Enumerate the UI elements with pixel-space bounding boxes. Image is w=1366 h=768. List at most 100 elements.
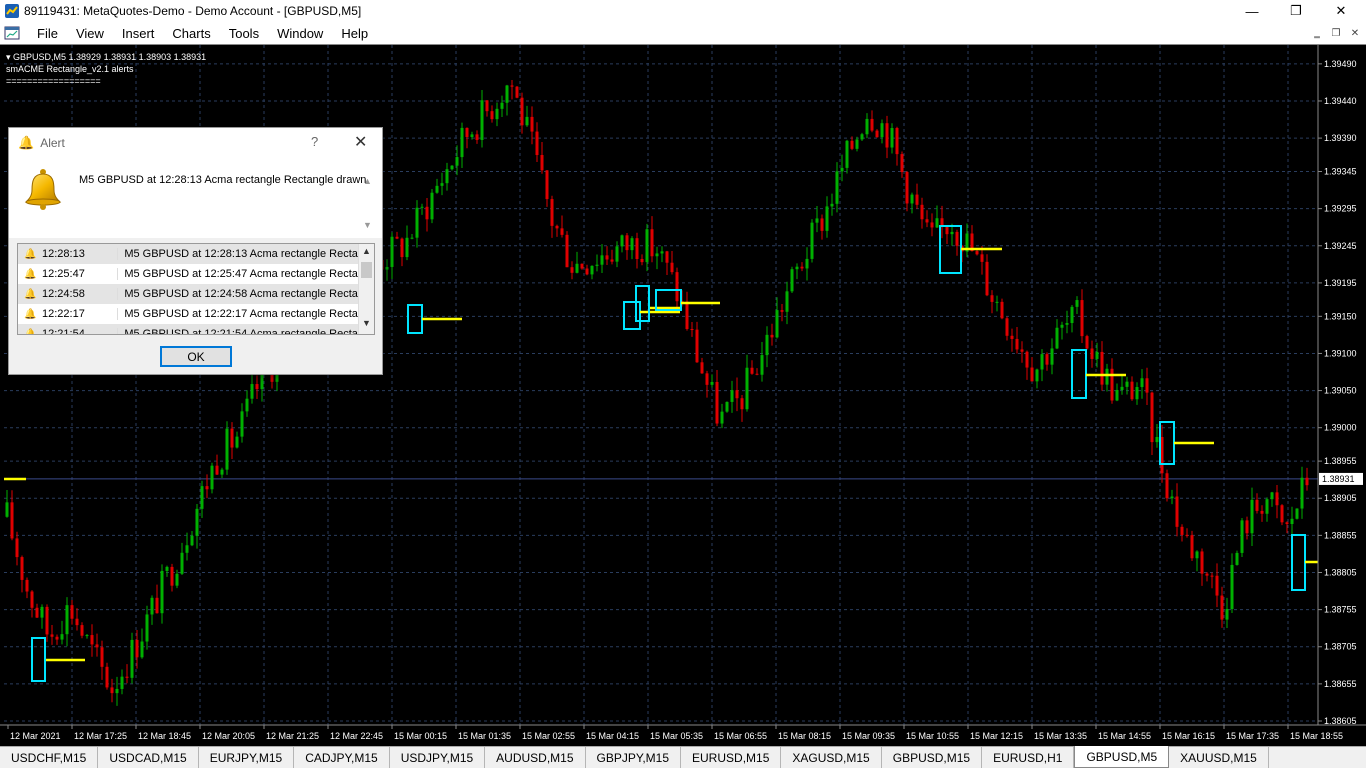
- candle-bear: [685, 301, 689, 330]
- price-tick-label: 1.38655: [1324, 679, 1357, 689]
- candle-bull: [1140, 378, 1144, 388]
- mdi-minimize-button[interactable]: ‗: [1309, 25, 1325, 41]
- candle-bull: [655, 253, 659, 257]
- candle-bear: [770, 334, 774, 338]
- tab-usdchf-m15[interactable]: USDCHF,M15: [0, 747, 99, 768]
- tab-xauusd-m15[interactable]: XAUUSD,M15: [1169, 747, 1269, 768]
- tab-gbpjpy-m15[interactable]: GBPJPY,M15: [586, 747, 682, 768]
- scroll-up-icon[interactable]: ▲: [363, 176, 372, 186]
- tab-usdjpy-m15[interactable]: USDJPY,M15: [390, 747, 486, 768]
- candle-bear: [650, 229, 654, 257]
- candle-bull: [1105, 368, 1109, 385]
- alert-history-row[interactable]: 🔔 12:21:54 M5 GBPUSD at 12:21:54 Acma rect…: [18, 324, 358, 334]
- candle-bull: [760, 355, 764, 375]
- candle-bear: [125, 676, 129, 678]
- candle-bull: [1125, 381, 1129, 387]
- candle-bear: [1090, 348, 1094, 359]
- scroll-down-icon[interactable]: ▼: [362, 318, 371, 328]
- candle-bear: [1005, 318, 1009, 336]
- candle-bear: [1110, 368, 1114, 401]
- candle-bear: [920, 204, 924, 220]
- price-tick-label: 1.38705: [1324, 642, 1357, 652]
- time-tick-label: 12 Mar 20:05: [202, 731, 255, 741]
- scroll-down-icon[interactable]: ▼: [363, 220, 372, 230]
- mdi-restore-button[interactable]: ❐: [1328, 25, 1344, 41]
- alert-history-row[interactable]: 🔔 12:22:17 M5 GBPUSD at 12:22:17 Acma rect…: [18, 304, 358, 324]
- menu-help[interactable]: Help: [332, 26, 377, 41]
- candle-bear: [1220, 595, 1224, 620]
- candle-bull: [890, 128, 894, 148]
- tab-gbpusd-m5[interactable]: GBPUSD,M5: [1074, 746, 1170, 768]
- candle-bear: [230, 428, 234, 448]
- menu-insert[interactable]: Insert: [113, 26, 164, 41]
- candle-bear: [585, 268, 589, 275]
- ok-button[interactable]: OK: [160, 346, 232, 367]
- alert-titlebar: 🔔 Alert: [9, 128, 382, 158]
- tab-eurusd-h1[interactable]: EURUSD,H1: [982, 747, 1075, 768]
- candle-bear: [30, 591, 34, 608]
- candle-bull: [115, 688, 119, 694]
- chart-window-icon[interactable]: [4, 25, 20, 41]
- alert-history-row[interactable]: 🔔 12:25:47 M5 GBPUSD at 12:25:47 Acma rect…: [18, 264, 358, 284]
- scroll-up-icon[interactable]: ▲: [362, 246, 371, 256]
- rectangle-object: [635, 285, 650, 322]
- candle-bear: [905, 172, 909, 204]
- time-tick-label: 15 Mar 04:15: [586, 731, 639, 741]
- menu-file[interactable]: File: [28, 26, 67, 41]
- candle-bear: [215, 465, 219, 475]
- list-scrollbar[interactable]: ▲ ▼: [358, 244, 374, 334]
- candle-bull: [645, 229, 649, 263]
- menu-window[interactable]: Window: [268, 26, 332, 41]
- tab-cadjpy-m15[interactable]: CADJPY,M15: [294, 747, 390, 768]
- menu-view[interactable]: View: [67, 26, 113, 41]
- candle-bull: [5, 502, 9, 517]
- candle-bear: [640, 258, 644, 263]
- candle-bull: [220, 469, 224, 475]
- candle-bull: [140, 641, 144, 658]
- time-tick-label: 15 Mar 09:35: [842, 731, 895, 741]
- metatrader-app-icon: [5, 4, 19, 18]
- tab-xagusd-m15[interactable]: XAGUSD,M15: [781, 747, 882, 768]
- tab-gbpusd-m15[interactable]: GBPUSD,M15: [882, 747, 983, 768]
- alert-history-list[interactable]: 🔔 12:28:13 M5 GBPUSD at 12:28:13 Acma rect…: [17, 243, 375, 335]
- alert-history-row[interactable]: 🔔 12:24:58 M5 GBPUSD at 12:24:58 Acma rect…: [18, 284, 358, 304]
- alert-history-row[interactable]: 🔔 12:28:13 M5 GBPUSD at 12:28:13 Acma rect…: [18, 244, 358, 264]
- candle-bear: [1000, 301, 1004, 319]
- close-button[interactable]: ✕: [1318, 0, 1364, 22]
- time-tick-label: 12 Mar 22:45: [330, 731, 383, 741]
- menu-tools[interactable]: Tools: [220, 26, 268, 41]
- candle-bull: [765, 334, 769, 356]
- candle-bear: [870, 118, 874, 131]
- candle-bear: [20, 557, 24, 580]
- tab-eurusd-m15[interactable]: EURUSD,M15: [681, 747, 782, 768]
- candle-bull: [145, 614, 149, 642]
- candle-bear: [50, 634, 54, 637]
- candle-bear: [1080, 300, 1084, 337]
- mdi-close-button[interactable]: ✕: [1347, 25, 1363, 41]
- candle-bull: [615, 246, 619, 262]
- scrollbar-thumb[interactable]: [361, 262, 372, 278]
- alert-close-button[interactable]: ✕: [354, 132, 367, 152]
- menu-charts[interactable]: Charts: [163, 26, 219, 41]
- tab-audusd-m15[interactable]: AUDUSD,M15: [485, 747, 586, 768]
- time-tick-label: 15 Mar 14:55: [1098, 731, 1151, 741]
- candle-bear: [1025, 351, 1029, 368]
- minimize-button[interactable]: —: [1229, 0, 1275, 22]
- candle-bull: [725, 401, 729, 412]
- candle-bull: [1120, 386, 1124, 390]
- candle-bull: [805, 258, 809, 269]
- candle-bull: [505, 85, 509, 103]
- time-tick-label: 12 Mar 2021: [10, 731, 61, 741]
- help-button[interactable]: ?: [311, 134, 318, 149]
- candle-bull: [130, 639, 134, 678]
- candle-bull: [470, 134, 474, 138]
- tab-usdcad-m15[interactable]: USDCAD,M15: [98, 747, 199, 768]
- candle-bear: [930, 222, 934, 228]
- tab-eurjpy-m15[interactable]: EURJPY,M15: [199, 747, 295, 768]
- maximize-button[interactable]: ❐: [1273, 0, 1319, 22]
- candle-bull: [815, 218, 819, 223]
- candle-bear: [170, 566, 174, 586]
- candle-bull: [720, 411, 724, 424]
- alert-row-message: M5 GBPUSD at 12:22:17 Acma rectangle Rec…: [117, 308, 358, 320]
- candle-bear: [610, 259, 614, 262]
